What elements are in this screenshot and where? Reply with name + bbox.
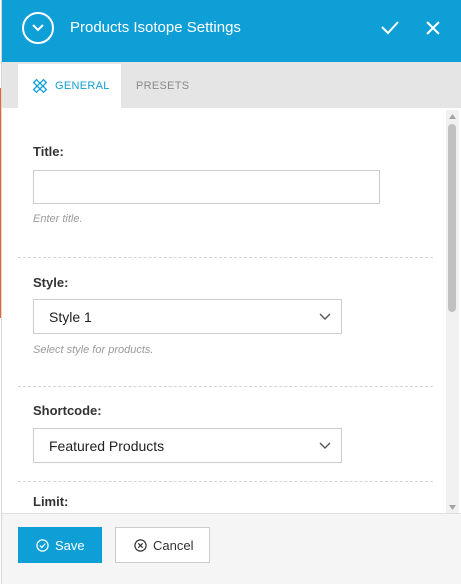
cancel-button-label: Cancel <box>153 537 194 553</box>
chevron-down-icon <box>319 311 331 323</box>
title-input[interactable] <box>33 170 380 204</box>
scroll-up-arrow-icon[interactable] <box>446 110 459 123</box>
check-circle-icon <box>36 538 49 552</box>
title-label: Title: <box>33 144 64 159</box>
limit-field-group: Limit: <box>33 482 433 513</box>
collapse-toggle-button[interactable] <box>22 12 54 44</box>
shortcode-select-value: Featured Products <box>49 437 165 454</box>
save-button-label: Save <box>55 537 85 553</box>
shortcode-label: Shortcode: <box>33 403 102 418</box>
title-help-text: Enter title. <box>33 213 83 225</box>
style-label: Style: <box>33 275 69 290</box>
tab-general[interactable]: GENERAL <box>18 64 121 108</box>
style-help-text: Select style for products. <box>33 344 154 356</box>
modal-header: Products Isotope Settings <box>2 0 461 62</box>
tab-presets[interactable]: PRESETS <box>122 64 202 108</box>
settings-modal: Products Isotope Settings GENERAL PRESET… <box>2 0 461 584</box>
cancel-button[interactable]: Cancel <box>115 527 210 563</box>
settings-content: Title: Enter title. Style: Style 1 Selec… <box>2 108 461 513</box>
content-scrollbar[interactable] <box>446 110 459 514</box>
confirm-button[interactable] <box>378 16 402 40</box>
style-select-value: Style 1 <box>49 308 92 325</box>
modal-footer: Save Cancel <box>2 513 461 584</box>
close-icon <box>426 21 440 35</box>
close-button[interactable] <box>421 16 445 40</box>
modal-title: Products Isotope Settings <box>70 19 241 36</box>
cancel-circle-icon <box>134 538 147 552</box>
chevron-down-icon <box>319 440 331 452</box>
chevron-down-icon <box>32 24 44 32</box>
shortcode-select[interactable]: Featured Products <box>33 428 342 463</box>
style-field-group: Style: Style 1 Select style for products… <box>33 258 433 386</box>
tab-bar: GENERAL PRESETS <box>2 62 461 108</box>
title-field-group: Title: Enter title. <box>33 108 433 258</box>
tab-general-label: GENERAL <box>55 80 110 92</box>
shortcode-field-group: Shortcode: Featured Products <box>33 387 433 487</box>
checkmark-icon <box>381 21 399 35</box>
pencil-ruler-icon <box>31 77 49 95</box>
save-button[interactable]: Save <box>18 527 102 563</box>
style-select[interactable]: Style 1 <box>33 299 342 334</box>
scrollbar-thumb[interactable] <box>448 124 456 312</box>
limit-label: Limit: <box>33 494 69 509</box>
tab-presets-label: PRESETS <box>136 80 190 92</box>
